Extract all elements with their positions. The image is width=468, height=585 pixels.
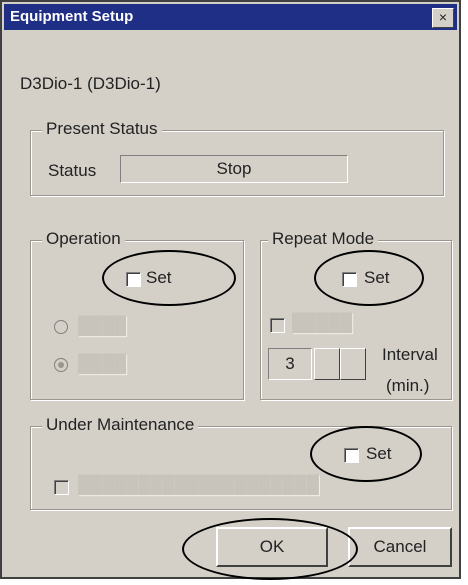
equipment-setup-dialog: Equipment Setup × D3Dio-1 (D3Dio-1) Pres…	[0, 0, 461, 580]
operation-radio-2-label: ████	[78, 354, 127, 373]
repeat-disabled-label: █████	[292, 313, 353, 332]
operation-radio-1-label: ████	[78, 316, 127, 335]
close-button[interactable]: ×	[432, 8, 454, 28]
operation-legend: Operation	[42, 229, 125, 249]
interval-label: Interval	[382, 345, 438, 364]
interval-input[interactable]: 3	[268, 348, 312, 380]
radio-dot	[58, 362, 64, 368]
maintenance-disabled-checkbox[interactable]	[54, 480, 69, 495]
status-value-field: Stop	[120, 155, 348, 183]
status-label: Status	[48, 161, 97, 180]
maintenance-legend: Under Maintenance	[42, 415, 199, 435]
repeat-mode-legend: Repeat Mode	[268, 229, 379, 249]
interval-spin-down[interactable]	[314, 348, 340, 380]
maintenance-disabled-label: ████████████████████	[78, 475, 319, 494]
interval-spin-up[interactable]	[340, 348, 366, 380]
interval-unit: (min.)	[386, 376, 430, 395]
device-label: D3Dio-1 (D3Dio-1)	[20, 74, 161, 93]
window-title: Equipment Setup	[10, 8, 134, 25]
title-bar: Equipment Setup ×	[4, 4, 457, 30]
present-status-legend: Present Status	[42, 119, 162, 139]
annotation-ellipse-repeat	[314, 250, 424, 306]
operation-radio-1[interactable]	[54, 320, 68, 334]
operation-radio-2[interactable]	[54, 358, 68, 372]
annotation-ellipse-operation	[102, 250, 236, 306]
cancel-button[interactable]: Cancel	[348, 527, 452, 567]
annotation-ellipse-ok	[182, 518, 358, 580]
repeat-disabled-checkbox[interactable]	[270, 318, 285, 333]
annotation-ellipse-maintenance	[310, 426, 422, 482]
